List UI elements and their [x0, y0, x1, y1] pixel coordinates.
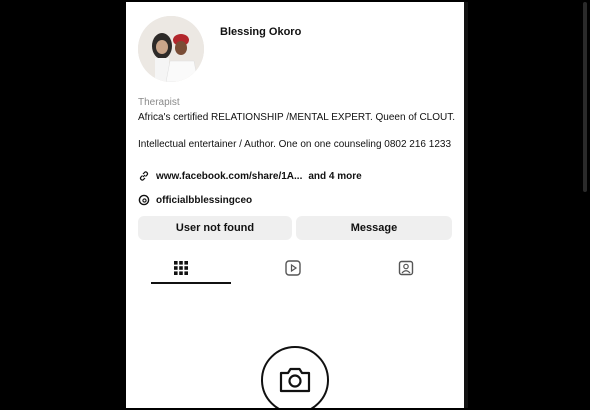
profile-category: Therapist — [138, 97, 180, 108]
reels-icon — [285, 260, 301, 276]
camera-icon — [279, 367, 311, 393]
threads-icon — [138, 194, 150, 206]
grid-icon — [174, 261, 188, 275]
avatar-photo-icon — [138, 16, 204, 82]
profile-username: Blessing Okoro — [220, 26, 302, 38]
tagged-icon — [398, 260, 414, 276]
active-tab-indicator — [151, 282, 231, 284]
link-url[interactable]: www.facebook.com/share/1A... — [156, 171, 302, 182]
tab-tagged[interactable] — [376, 252, 436, 284]
profile-screen: Blessing Okoro Therapist Africa's certif… — [126, 2, 464, 408]
tab-reels[interactable] — [263, 252, 323, 284]
tab-grid[interactable] — [151, 252, 211, 284]
link-more[interactable]: and 4 more — [308, 171, 361, 182]
video-frame: Blessing Okoro Therapist Africa's certif… — [0, 0, 590, 410]
user-not-found-button[interactable]: User not found — [138, 216, 292, 240]
scrollbar[interactable] — [583, 2, 587, 192]
link-icon — [139, 171, 149, 181]
profile-links[interactable]: www.facebook.com/share/1A... and 4 more — [138, 170, 362, 182]
empty-state-camera — [261, 346, 329, 408]
bio-line: Africa's certified RELATIONSHIP /MENTAL … — [138, 112, 456, 123]
message-button[interactable]: Message — [296, 216, 452, 240]
threads-link[interactable]: officialbblessingceo — [138, 194, 252, 206]
avatar[interactable] — [138, 16, 204, 82]
threads-handle[interactable]: officialbblessingceo — [156, 195, 252, 206]
screen-edge — [464, 2, 468, 408]
profile-tabs — [126, 252, 464, 286]
bio-line[interactable]: Intellectual entertainer / Author. One o… — [138, 138, 456, 151]
